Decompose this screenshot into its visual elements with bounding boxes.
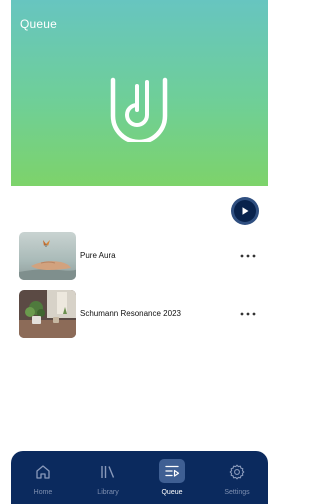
bottom-tab-bar: Home Library Queue Settings [11, 451, 268, 504]
queue-item-schumann-resonance-2023[interactable]: Schumann Resonance 2023 [19, 290, 259, 338]
tab-label: Settings [224, 489, 250, 496]
more-dots-icon[interactable] [239, 306, 257, 322]
tab-settings[interactable]: Settings [214, 459, 260, 501]
tab-queue[interactable]: Queue [149, 459, 195, 501]
tab-label: Home [33, 489, 53, 496]
page-title: Queue [20, 17, 58, 31]
queue-screen: Queue Pure Aura Schumann Resonance 2023 … [0, 0, 268, 504]
track-title: Pure Aura [80, 251, 116, 260]
tab-library[interactable]: Library [85, 459, 131, 501]
tab-label: Queue [161, 489, 183, 496]
queue-icon [159, 459, 185, 483]
play-all-button[interactable] [231, 197, 259, 225]
track-title: Schumann Resonance 2023 [80, 309, 181, 318]
home-icon [32, 461, 54, 483]
tab-label: Library [97, 489, 119, 496]
hand-butterfly-thumbnail [19, 232, 76, 280]
more-dots-icon[interactable] [239, 248, 257, 264]
library-icon [97, 461, 119, 483]
gear-icon [226, 461, 248, 483]
queue-item-pure-aura[interactable]: Pure Aura [19, 232, 259, 280]
app-logo-icon [110, 77, 168, 142]
queue-header-banner: Queue [11, 0, 268, 186]
tab-home[interactable]: Home [20, 459, 66, 501]
plant-room-thumbnail [19, 290, 76, 338]
play-icon [234, 200, 256, 222]
